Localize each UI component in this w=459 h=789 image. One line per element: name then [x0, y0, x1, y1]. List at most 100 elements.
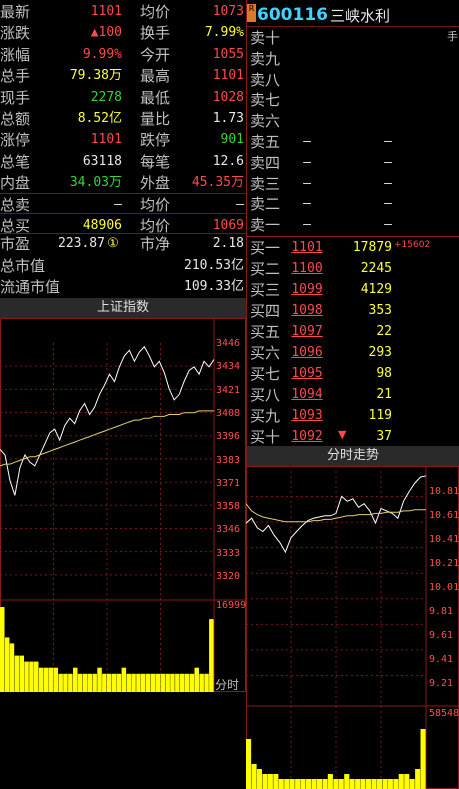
stat-label: 跌停	[140, 131, 171, 150]
level-volume: 353	[368, 303, 392, 318]
level-label: 卖二	[250, 195, 281, 214]
stat-label: 内盘	[0, 174, 31, 193]
volume-bar	[155, 673, 161, 692]
y-tick-label: 10.41	[429, 534, 459, 545]
y-tick-label: 10.81	[429, 486, 459, 497]
stat-label: 最高	[140, 67, 171, 86]
index-chart[interactable]	[0, 318, 246, 692]
level-label: 卖五	[250, 133, 281, 151]
stat-value: 45.35万	[191, 175, 244, 191]
y-tick-label: 3396	[216, 431, 241, 443]
level-volume: 293	[368, 345, 392, 360]
level-price[interactable]: 1092	[282, 427, 332, 447]
volume-bar	[189, 673, 195, 692]
chart-frame	[0, 318, 246, 692]
level-label: 买四	[250, 302, 281, 320]
level-label: 买六	[250, 344, 281, 362]
stat-value: 1073	[212, 4, 244, 19]
y-tick-label: 3383	[216, 454, 241, 466]
rights-badge: R	[247, 4, 256, 22]
volume-bar	[77, 673, 83, 692]
level-price[interactable]: –	[282, 174, 332, 194]
stat-value: 34.03万	[69, 175, 122, 191]
level-price[interactable]: 1101	[282, 238, 332, 258]
float-mv-value: 109.33亿	[184, 279, 244, 294]
unit-marker: 手	[447, 30, 458, 43]
stat-value: 1101	[90, 4, 122, 19]
volume-bar	[327, 774, 333, 789]
y-tick-label: 9.41	[429, 654, 454, 665]
level-label: 卖九	[250, 49, 281, 68]
level-volume: 22	[376, 324, 392, 339]
volume-max-label: 16999	[216, 600, 247, 611]
volume-bar	[338, 779, 344, 789]
divider	[0, 193, 246, 194]
info-badge-icon[interactable]: ①	[104, 234, 122, 254]
level-volume: –	[384, 217, 392, 233]
level-price[interactable]: 1095	[282, 364, 332, 384]
y-tick-label: 10.61	[429, 510, 459, 521]
level-label: 买十	[250, 428, 281, 446]
y-tick-label: 9.81	[429, 606, 454, 617]
volume-bar	[29, 661, 34, 692]
volume-bar	[111, 673, 117, 692]
stat-value: 8.52亿	[77, 111, 122, 126]
volume-bar	[126, 673, 131, 692]
level-price[interactable]: 1096	[282, 343, 332, 363]
volume-bar	[284, 779, 290, 789]
level-price[interactable]: –	[282, 215, 332, 235]
level-volume: –	[384, 196, 392, 212]
level-price[interactable]: 1099	[282, 280, 332, 300]
intraday-chart[interactable]	[246, 466, 459, 789]
volume-bar	[387, 779, 393, 789]
volume-change: +15602	[394, 240, 431, 250]
level-volume: 98	[376, 366, 392, 381]
volume-bar	[278, 779, 284, 789]
stat-value: 1101	[212, 68, 244, 84]
y-tick-label: 3371	[216, 477, 241, 489]
volume-bar	[136, 673, 141, 692]
level-label: 卖八	[250, 70, 281, 89]
stat-value: 2278	[90, 89, 122, 105]
volume-bar	[311, 779, 317, 789]
stat-label: 最新	[0, 3, 31, 21]
level-price[interactable]: –	[282, 153, 332, 173]
stat-value: 1028	[212, 89, 244, 105]
level-price[interactable]: –	[282, 132, 332, 152]
y-tick-label: 3434	[216, 361, 241, 373]
stat-label: 今开	[140, 45, 171, 64]
index-chart-title[interactable]: 上证指数	[0, 298, 246, 318]
stat-label: 换手	[140, 24, 171, 43]
level-price[interactable]: 1097	[282, 322, 332, 342]
stat-label: 涨跌	[0, 24, 31, 43]
y-tick-label: 10.01	[429, 582, 459, 593]
stock-code[interactable]: 600116	[257, 4, 328, 26]
volume-bar	[102, 673, 107, 692]
level-volume: 21	[376, 387, 392, 402]
volume-bar	[300, 779, 306, 789]
intraday-chart-title[interactable]: 分时走势	[247, 446, 459, 466]
volume-bar	[141, 673, 146, 692]
level-volume: 17879	[352, 240, 392, 255]
level-price[interactable]: 1100	[282, 259, 332, 279]
volume-bar	[97, 667, 102, 692]
level-price[interactable]: 1093	[282, 406, 332, 426]
volume-bar	[246, 739, 252, 789]
y-tick-label: 9.61	[429, 630, 454, 641]
volume-bar	[73, 667, 78, 692]
volume-bar	[366, 779, 372, 789]
stock-name[interactable]: 三峡水利	[330, 5, 390, 27]
stat-label: 总卖	[0, 195, 31, 214]
stat-label: 现手	[0, 88, 31, 107]
volume-bar	[145, 673, 151, 692]
volume-bar	[355, 779, 361, 789]
volume-bar	[393, 779, 399, 789]
level-price[interactable]: 1098	[282, 301, 332, 321]
volume-bar	[68, 673, 73, 692]
level-price[interactable]: 1094	[282, 385, 332, 405]
stat-label: 最低	[140, 88, 171, 107]
volume-bar	[0, 607, 5, 692]
level-price[interactable]: –	[282, 194, 332, 214]
volume-bar	[273, 774, 279, 789]
volume-bar	[262, 774, 268, 789]
